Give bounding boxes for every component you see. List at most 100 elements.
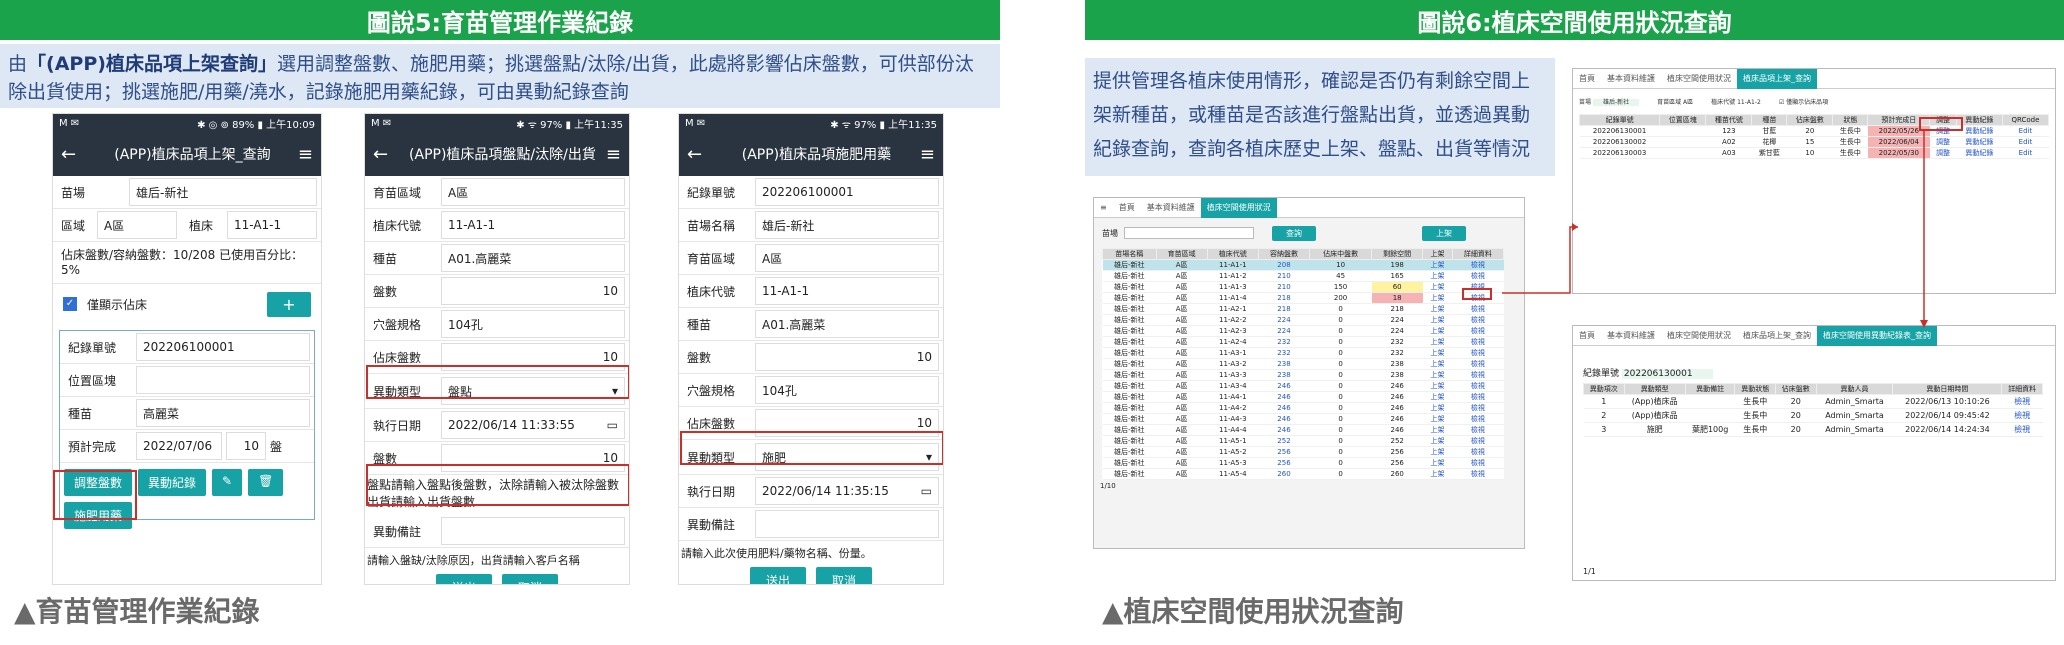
date-field[interactable]: 2022/06/14 11:33:55 ▭ — [441, 411, 625, 439]
bed-field[interactable]: 11-A1-1 — [227, 211, 317, 239]
field-value[interactable]: A區 — [441, 178, 625, 206]
submit-button[interactable]: 送出 — [750, 567, 806, 584]
field-value[interactable]: 202206100001 — [755, 178, 939, 206]
tab-item[interactable]: 基本資料維護 — [1601, 330, 1661, 341]
detail-link[interactable]: 檢視 — [1452, 413, 1504, 425]
field-value[interactable]: 11-A1-1 — [755, 277, 939, 305]
field-value[interactable]: 11-A1-1 — [441, 211, 625, 239]
shelf-link[interactable]: 上架 — [1422, 424, 1453, 436]
detail-link[interactable]: 檢視 — [1452, 314, 1504, 326]
field-value[interactable]: A01.高麗菜 — [441, 244, 625, 272]
field-value[interactable]: 雄后-新社 — [755, 211, 939, 239]
table-cell[interactable]: 檢視 — [2001, 394, 2043, 409]
calendar-icon[interactable]: ▭ — [607, 418, 618, 432]
detail-link[interactable]: 檢視 — [1452, 303, 1504, 315]
shelf-link[interactable]: 上架 — [1422, 446, 1453, 458]
shelf-link[interactable]: 上架 — [1422, 292, 1453, 304]
farm-select[interactable] — [1124, 227, 1254, 239]
tab-item[interactable]: 基本資料維護 — [1601, 73, 1661, 84]
tab-item[interactable]: 首頁 — [1573, 73, 1601, 84]
detail-link[interactable]: 檢視 — [1452, 259, 1504, 271]
tab-item[interactable]: 首頁 — [1573, 330, 1601, 341]
zone-field[interactable]: A區 — [97, 211, 177, 239]
shelf-button[interactable]: 上架 — [1422, 225, 1466, 241]
add-button[interactable]: + — [267, 291, 311, 317]
tab-item[interactable]: 植床空間使用狀況 — [1661, 73, 1737, 84]
shelf-link[interactable]: 上架 — [1422, 380, 1453, 392]
only-occupied-checkbox[interactable]: ✓ — [63, 297, 77, 311]
tab-item[interactable]: 植床空間使用異動紀錄表_查詢 — [1817, 326, 1937, 346]
detail-link[interactable]: 檢視 — [1452, 402, 1504, 414]
cancel-button[interactable]: 取消 — [502, 574, 558, 584]
shelf-link[interactable]: 上架 — [1422, 270, 1453, 282]
calendar-icon[interactable]: ▭ — [921, 484, 932, 498]
table-cell[interactable]: 檢視 — [2001, 422, 2043, 437]
back-arrow-icon[interactable]: ← — [61, 144, 87, 165]
table-cell[interactable]: 異動紀錄 — [1956, 136, 2003, 148]
back-arrow-icon[interactable]: ← — [373, 144, 399, 165]
shelf-link[interactable]: 上架 — [1422, 325, 1453, 337]
detail-link[interactable]: 檢視 — [1452, 325, 1504, 337]
tab-item[interactable]: 植床品項上架_查詢 — [1737, 69, 1817, 89]
detail-link[interactable]: 檢視 — [1452, 435, 1504, 447]
field-value[interactable]: A01.高麗菜 — [755, 310, 939, 338]
shelf-link[interactable]: 上架 — [1422, 457, 1453, 469]
shelf-link[interactable]: 上架 — [1422, 347, 1453, 359]
shelf-link[interactable]: 上架 — [1422, 435, 1453, 447]
table-cell[interactable]: 異動紀錄 — [1956, 147, 2003, 159]
shelf-link[interactable]: 上架 — [1422, 358, 1453, 370]
field-value[interactable]: 10 — [755, 343, 939, 371]
change-log-button[interactable]: 異動紀錄 — [138, 469, 207, 496]
memo-field[interactable] — [441, 517, 625, 545]
detail-link[interactable]: 檢視 — [1452, 457, 1504, 469]
shelf-link[interactable]: 上架 — [1422, 336, 1453, 348]
field-value[interactable]: 10 — [441, 277, 625, 305]
detail-link[interactable]: 檢視 — [1452, 446, 1504, 458]
pager[interactable]: 1/1 — [1583, 567, 1596, 576]
tab-bed-space[interactable]: 植床空間使用狀況 — [1200, 198, 1277, 218]
table-cell[interactable]: Edit — [2002, 136, 2049, 148]
detail-link[interactable]: 檢視 — [1452, 336, 1504, 348]
shelf-link[interactable]: 上架 — [1422, 391, 1453, 403]
memo-field[interactable] — [755, 510, 939, 538]
table-cell[interactable]: Edit — [2002, 147, 2049, 159]
query-button[interactable]: 查詢 — [1272, 225, 1316, 241]
cancel-button[interactable]: 取消 — [816, 567, 872, 584]
tab-basic-data[interactable]: 基本資料維護 — [1141, 202, 1201, 213]
shelf-link[interactable]: 上架 — [1422, 413, 1453, 425]
detail-link[interactable]: 檢視 — [1452, 424, 1504, 436]
tab-home[interactable]: 首頁 — [1113, 202, 1141, 213]
field-value[interactable]: 104孔 — [441, 310, 625, 338]
menu-icon[interactable]: ≡ — [606, 144, 621, 165]
shelf-link[interactable]: 上架 — [1422, 303, 1453, 315]
detail-link[interactable]: 檢視 — [1452, 468, 1504, 480]
menu-icon[interactable]: ≡ — [1094, 203, 1113, 212]
farm-field[interactable]: 雄后-新社 — [129, 178, 317, 206]
field-value[interactable]: A區 — [755, 244, 939, 272]
detail-link[interactable]: 檢視 — [1452, 380, 1504, 392]
detail-link[interactable]: 檢視 — [1452, 347, 1504, 359]
shelf-link[interactable]: 上架 — [1422, 314, 1453, 326]
shelf-link[interactable]: 上架 — [1422, 369, 1453, 381]
menu-icon[interactable]: ≡ — [920, 144, 935, 165]
detail-link[interactable]: 檢視 — [1452, 369, 1504, 381]
delete-icon[interactable]: 🗑 — [248, 469, 284, 496]
field-value[interactable]: 104孔 — [755, 376, 939, 404]
only-occupied-checkbox[interactable]: ☑ 僅顯示佔床品項 — [1779, 97, 1828, 106]
pager[interactable]: 1/10 — [1094, 480, 1524, 492]
table-cell[interactable]: 異動紀錄 — [1956, 125, 2003, 137]
back-arrow-icon[interactable]: ← — [687, 144, 713, 165]
table-cell[interactable]: Edit — [2002, 125, 2049, 137]
menu-icon[interactable]: ≡ — [298, 144, 313, 165]
submit-button[interactable]: 送出 — [436, 574, 492, 584]
table-cell[interactable]: 檢視 — [2001, 408, 2043, 423]
tab-item[interactable]: 植床空間使用狀況 — [1661, 330, 1737, 341]
date-field[interactable]: 2022/06/14 11:35:15 ▭ — [755, 477, 939, 505]
detail-link[interactable]: 檢視 — [1452, 391, 1504, 403]
shelf-link[interactable]: 上架 — [1422, 259, 1453, 271]
edit-icon[interactable]: ✎ — [212, 469, 243, 496]
detail-link[interactable]: 檢視 — [1452, 270, 1504, 282]
detail-link[interactable]: 檢視 — [1452, 358, 1504, 370]
shelf-link[interactable]: 上架 — [1422, 281, 1453, 293]
shelf-link[interactable]: 上架 — [1422, 468, 1453, 480]
